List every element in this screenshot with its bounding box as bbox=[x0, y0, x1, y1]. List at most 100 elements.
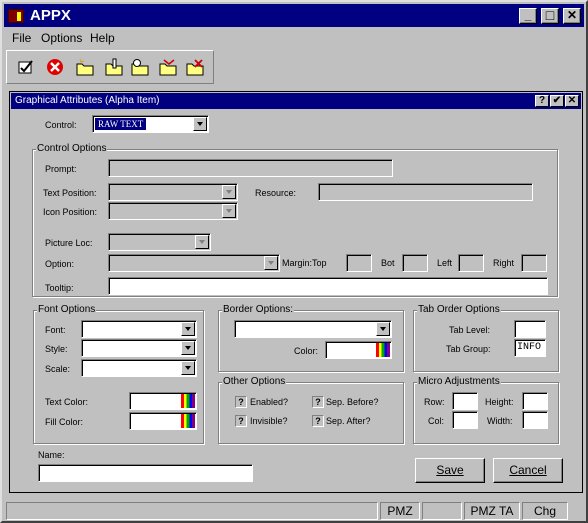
app-title: APPX bbox=[30, 7, 71, 24]
option-select bbox=[108, 254, 280, 272]
font-options-title: Font Options bbox=[37, 304, 97, 316]
toolbar bbox=[6, 50, 214, 84]
picture-loc-select bbox=[108, 233, 211, 251]
width-label: Width: bbox=[487, 416, 513, 426]
height-field[interactable] bbox=[522, 392, 548, 410]
chevron-down-icon[interactable] bbox=[181, 322, 195, 336]
style-label: Style: bbox=[45, 344, 68, 354]
name-label: Name: bbox=[38, 450, 65, 460]
resource-label: Resource: bbox=[255, 188, 297, 198]
minimize-button[interactable]: _ bbox=[519, 8, 537, 24]
fill-color-label: Fill Color: bbox=[45, 417, 84, 427]
style-select[interactable] bbox=[81, 339, 197, 357]
sep-before-checkbox[interactable]: ? bbox=[312, 396, 324, 408]
tab-group-field[interactable]: INFO bbox=[514, 339, 546, 357]
invisible-label: Invisible? bbox=[250, 416, 288, 426]
width-field[interactable] bbox=[522, 411, 548, 429]
chevron-down-icon[interactable] bbox=[376, 322, 390, 336]
name-field[interactable] bbox=[38, 464, 253, 482]
chevron-down-icon[interactable] bbox=[181, 361, 195, 375]
border-options-group: Border Options: Color: bbox=[218, 304, 404, 372]
row-label: Row: bbox=[424, 397, 445, 407]
tooltip-label: Tooltip: bbox=[45, 283, 74, 293]
delete-folder-icon[interactable] bbox=[184, 57, 206, 77]
sep-after-label: Sep. After? bbox=[326, 416, 371, 426]
save-button-label: Save bbox=[436, 463, 464, 477]
maximize-button[interactable]: □ bbox=[541, 8, 559, 24]
control-options-title: Control Options bbox=[36, 143, 108, 155]
app-logo-icon bbox=[8, 9, 24, 23]
ok-check-button[interactable]: ✔ bbox=[550, 95, 564, 107]
margin-right-label: Right bbox=[493, 258, 515, 268]
sep-after-checkbox[interactable]: ? bbox=[312, 415, 324, 427]
find-folder-icon[interactable] bbox=[129, 57, 151, 77]
margin-right-field bbox=[521, 254, 547, 272]
tab-order-title: Tab Order Options bbox=[417, 304, 501, 316]
invisible-checkbox[interactable]: ? bbox=[235, 415, 247, 427]
menu-options[interactable]: Options bbox=[41, 31, 82, 45]
tab-level-field[interactable] bbox=[514, 320, 546, 338]
border-style-select[interactable] bbox=[234, 320, 392, 338]
help-button[interactable]: ? bbox=[535, 95, 549, 107]
text-color-field[interactable] bbox=[129, 392, 197, 410]
status-chg: Chg bbox=[522, 502, 568, 520]
color-picker-icon[interactable] bbox=[181, 414, 195, 428]
row-field[interactable] bbox=[452, 392, 478, 410]
margin-left-label: Left bbox=[437, 258, 453, 268]
cancel-icon[interactable] bbox=[44, 57, 66, 77]
graphical-attributes-dialog: Graphical Attributes (Alpha Item) ? ✔ ✕ … bbox=[9, 91, 583, 493]
tab-level-label: Tab Level: bbox=[449, 325, 491, 335]
check-doc-icon[interactable] bbox=[15, 57, 37, 77]
edit-folder-icon[interactable] bbox=[103, 57, 125, 77]
title-bar[interactable]: APPX _ □ ✕ bbox=[4, 4, 584, 27]
menu-file[interactable]: File bbox=[12, 31, 31, 45]
chevron-down-icon[interactable] bbox=[181, 341, 195, 355]
menu-help[interactable]: Help bbox=[90, 31, 115, 45]
control-label: Control: bbox=[45, 120, 77, 130]
fill-color-field[interactable] bbox=[129, 412, 197, 430]
color-picker-icon[interactable] bbox=[181, 394, 195, 408]
scale-label: Scale: bbox=[45, 364, 71, 374]
dialog-title-bar[interactable]: Graphical Attributes (Alpha Item) ? ✔ ✕ bbox=[11, 93, 581, 109]
enabled-checkbox[interactable]: ? bbox=[235, 396, 247, 408]
font-select[interactable] bbox=[81, 320, 197, 338]
font-options-group: Font Options Font: Style: Scale: Text Co… bbox=[33, 304, 204, 444]
status-panel-main bbox=[6, 502, 378, 520]
cancel-button-label: Cancel bbox=[509, 463, 547, 477]
close-button[interactable]: ✕ bbox=[563, 8, 581, 24]
app-window: APPX _ □ ✕ File Options Help Graphical A… bbox=[0, 0, 588, 523]
font-label: Font: bbox=[45, 325, 66, 335]
chevron-down-icon[interactable] bbox=[193, 117, 207, 131]
menu-bar: File Options Help bbox=[4, 28, 584, 48]
export-folder-icon[interactable] bbox=[157, 57, 179, 77]
control-select[interactable]: RAW TEXT bbox=[92, 115, 209, 133]
option-label: Option: bbox=[45, 259, 75, 269]
save-button[interactable]: Save bbox=[415, 458, 485, 483]
status-bar: PMZ PMZ TA Chg bbox=[4, 500, 584, 521]
enabled-label: Enabled? bbox=[250, 397, 289, 407]
height-label: Height: bbox=[485, 397, 514, 407]
new-folder-icon[interactable] bbox=[74, 57, 96, 77]
dialog-close-button[interactable]: ✕ bbox=[565, 95, 579, 107]
border-color-label: Color: bbox=[294, 346, 319, 356]
border-color-field[interactable] bbox=[325, 341, 392, 359]
other-options-group: Other Options ? Enabled? ? Invisible? ? … bbox=[218, 376, 404, 444]
cancel-button[interactable]: Cancel bbox=[493, 458, 563, 483]
text-position-label: Text Position: bbox=[43, 188, 97, 198]
text-color-label: Text Color: bbox=[45, 397, 89, 407]
other-options-title: Other Options bbox=[222, 376, 287, 388]
margin-left-field bbox=[458, 254, 484, 272]
prompt-field bbox=[108, 159, 393, 177]
resource-field bbox=[318, 183, 533, 201]
margin-bot-field bbox=[402, 254, 428, 272]
margin-top-label: Margin:Top bbox=[282, 258, 327, 268]
color-picker-icon[interactable] bbox=[376, 343, 390, 357]
tooltip-field[interactable] bbox=[108, 277, 548, 295]
col-field[interactable] bbox=[452, 411, 478, 429]
scale-select[interactable] bbox=[81, 359, 197, 377]
prompt-label: Prompt: bbox=[45, 164, 77, 174]
col-label: Col: bbox=[428, 416, 445, 426]
tab-group-label: Tab Group: bbox=[446, 344, 491, 354]
sep-before-label: Sep. Before? bbox=[326, 397, 379, 407]
status-pmz: PMZ bbox=[380, 502, 420, 520]
